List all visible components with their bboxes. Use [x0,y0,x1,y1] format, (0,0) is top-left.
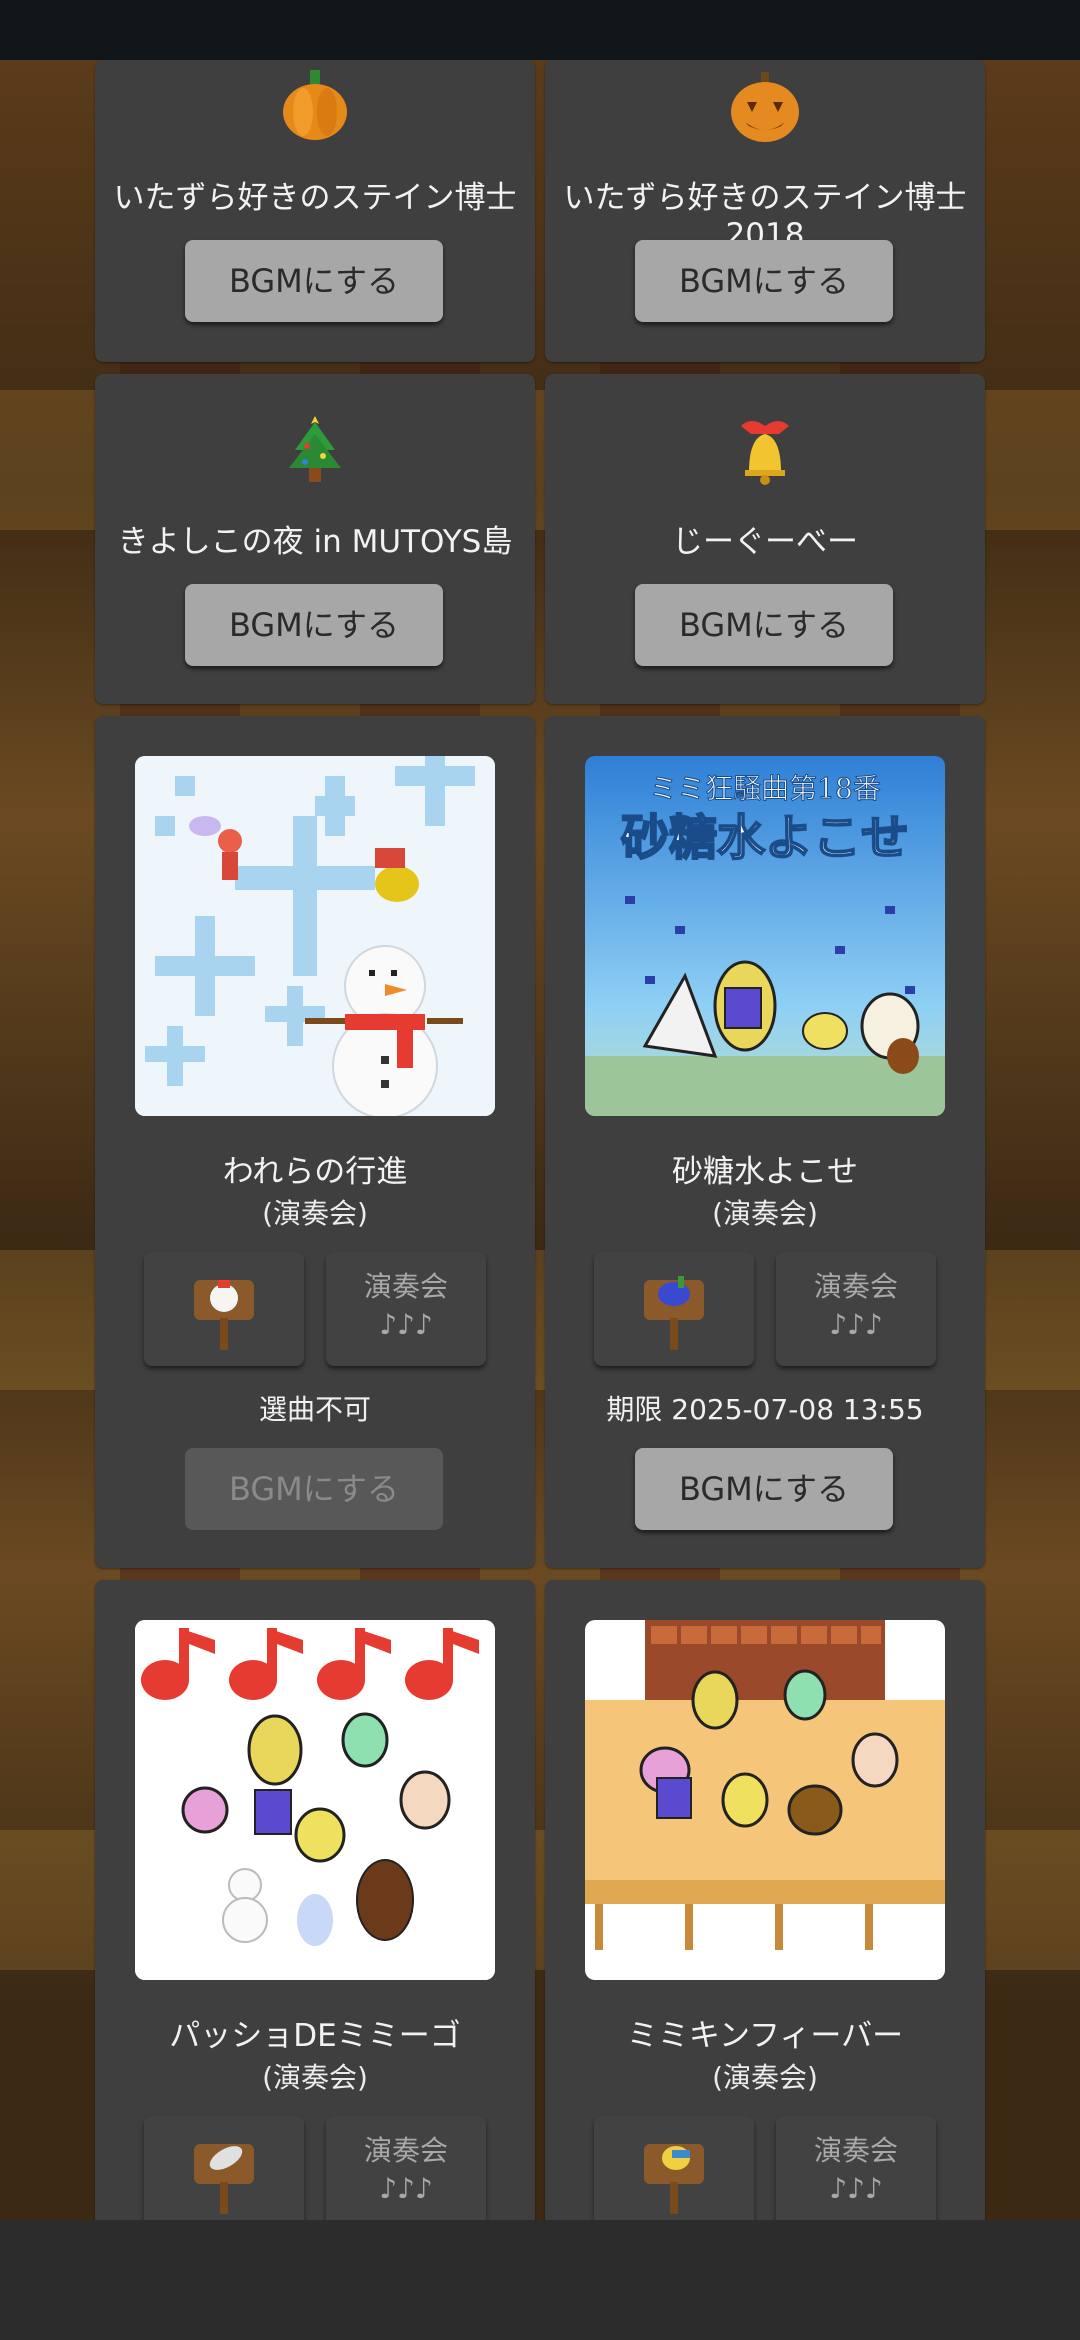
set-bgm-button[interactable]: BGMにする [185,584,443,666]
chicken-stand-icon [194,1280,254,1350]
performance-label: 演奏会 [363,2134,448,2167]
set-bgm-button[interactable]: BGMにする [185,1448,443,1530]
performance-slot[interactable]: 演奏会 ♪♪♪ [776,2116,936,2230]
track-card: いたずら好きのステイン博士2018 BGMにする [545,60,985,362]
performance-slot[interactable]: 演奏会 ♪♪♪ [326,1252,486,1366]
notes-band-cover[interactable] [135,1620,495,1980]
performance-notes: ♪♪♪ [379,1308,433,1341]
feather-stand-icon [194,2144,254,2214]
set-bgm-button[interactable]: BGMにする [635,240,893,322]
sugar-water-cover[interactable]: ミミ狂騒曲第18番 砂糖水よこせ [585,756,945,1116]
bell-icon [741,421,789,485]
stand-slot[interactable] [594,2116,754,2230]
set-bgm-button[interactable]: BGMにする [635,1448,893,1530]
pepper-icon [283,70,347,140]
track-card: きよしこの夜 in MUTOYS島 BGMにする [95,374,535,704]
track-card: じーぐーべー BGMにする [545,374,985,704]
cover-title: 砂糖水よこせ [621,810,909,866]
navigation-bar [0,2220,1080,2340]
stand-slot[interactable] [144,2116,304,2230]
track-card: パッショDEミミーゴ (演奏会) 演奏会 ♪♪♪ [95,1580,535,2280]
christmas-tree-icon [289,416,341,482]
track-title: いたずら好きのステイン博士 [113,180,517,216]
performance-label: 演奏会 [813,1270,898,1303]
stand-slot[interactable] [594,1252,754,1366]
set-bgm-button[interactable]: BGMにする [635,584,893,666]
track-subtitle: (演奏会) [712,1197,818,1230]
performance-notes: ♪♪♪ [829,1308,883,1341]
track-title: きよしこの夜 in MUTOYS島 [117,524,513,560]
stand-slot[interactable] [144,1252,304,1366]
set-bgm-button[interactable]: BGMにする [185,240,443,322]
track-title: ミミキンフィーバー [626,2018,904,2054]
track-card: ミミ狂騒曲第18番 砂糖水よこせ 砂糖水よこせ (演奏会) 演奏会 ♪♪♪ 期限… [545,716,985,1568]
status-bar [0,0,1080,60]
snowman-cover[interactable] [135,756,495,1116]
track-title: じーぐーべー [672,524,858,560]
yellow-bird-stand-icon [644,2144,704,2214]
expiry-date: 期限 2025-07-08 13:55 [606,1393,924,1426]
concert-hall-cover[interactable] [585,1620,945,1980]
track-card: ミミキンフィーバー (演奏会) 演奏会 ♪♪♪ [545,1580,985,2280]
cover-subtitle: ミミ狂騒曲第18番 [649,772,881,805]
performance-slot[interactable]: 演奏会 ♪♪♪ [326,2116,486,2230]
performance-label: 演奏会 [813,2134,898,2167]
track-title: 砂糖水よこせ [672,1154,858,1190]
selection-status: 選曲不可 [258,1393,371,1426]
performance-label: 演奏会 [363,1270,448,1303]
track-card: いたずら好きのステイン博士 BGMにする [95,60,535,362]
track-subtitle: (演奏会) [262,2061,368,2094]
jack-o-lantern-icon [731,72,799,142]
blue-bird-stand-icon [644,1276,704,1350]
performance-notes: ♪♪♪ [829,2172,883,2205]
track-title: われらの行進 [222,1154,408,1190]
track-card: われらの行進 (演奏会) 演奏会 ♪♪♪ 選曲不可 BGMにする [95,716,535,1568]
track-subtitle: (演奏会) [262,1197,368,1230]
performance-notes: ♪♪♪ [379,2172,433,2205]
track-subtitle: (演奏会) [712,2061,818,2094]
track-title: パッショDEミミーゴ [169,2018,461,2054]
performance-slot[interactable]: 演奏会 ♪♪♪ [776,1252,936,1366]
